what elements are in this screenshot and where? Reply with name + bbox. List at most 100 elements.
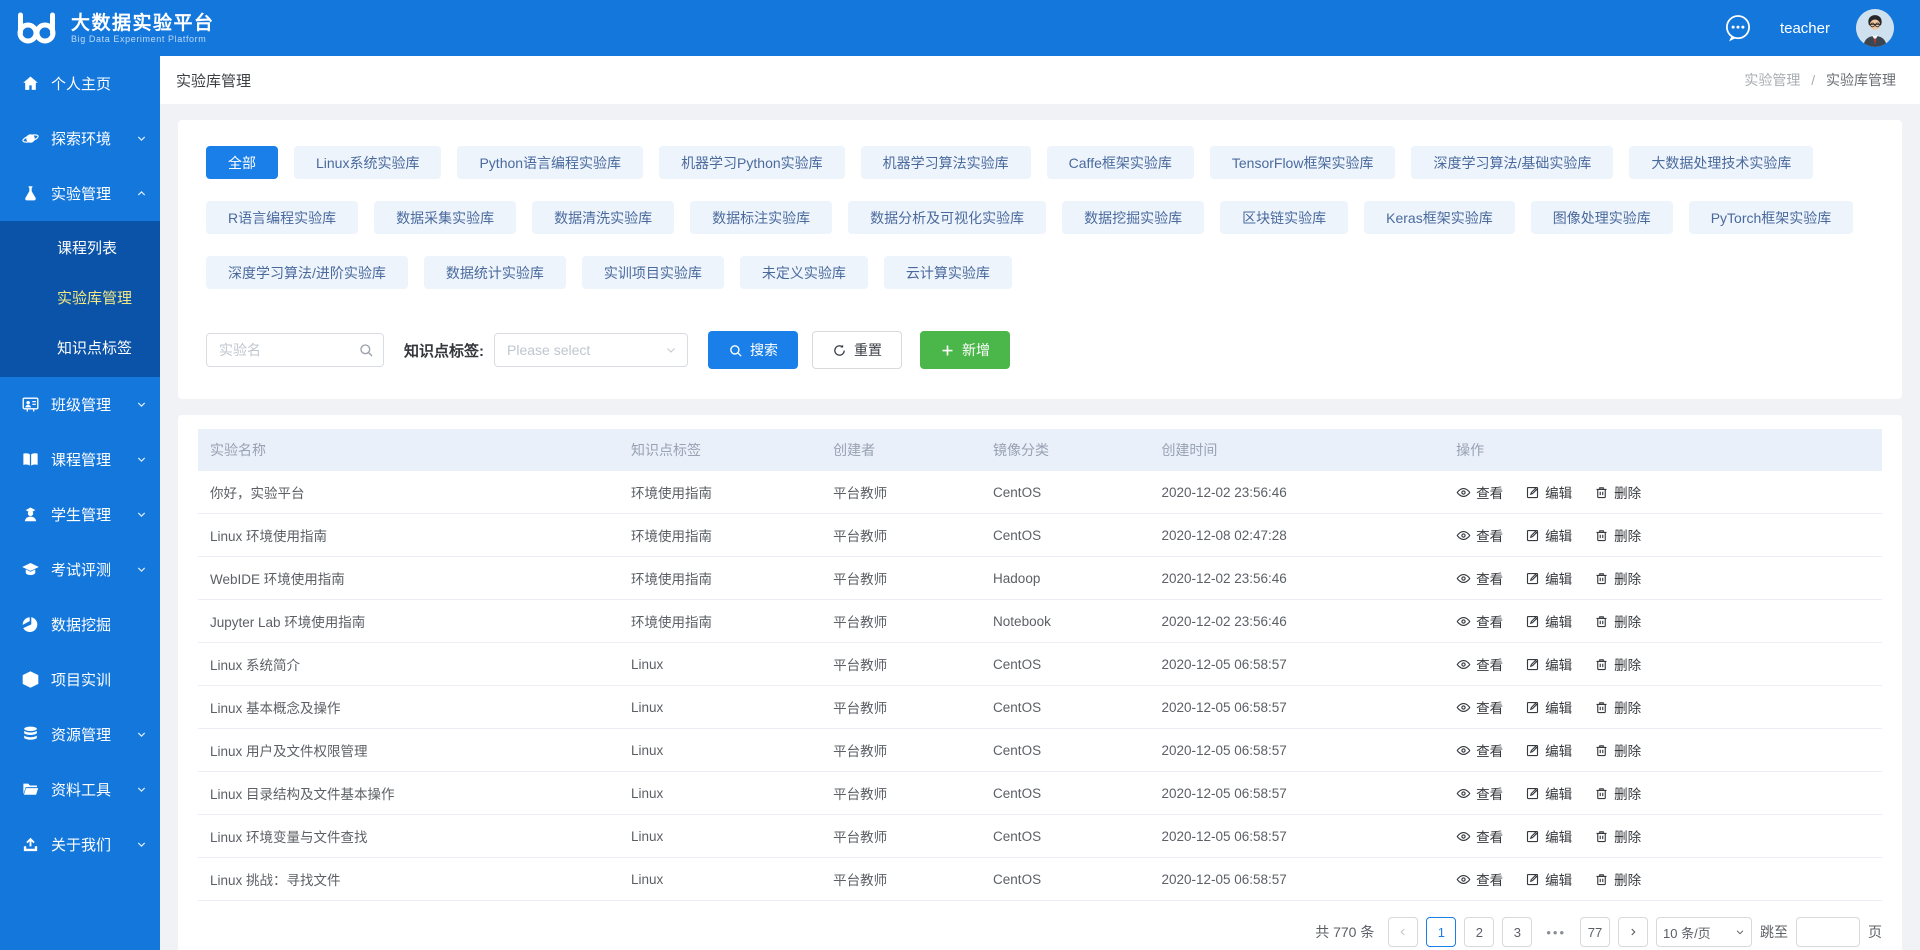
view-action[interactable]: 查看 [1456,654,1503,674]
edit-action[interactable]: 编辑 [1525,525,1572,545]
eye-icon [1456,872,1471,887]
sidebar-item[interactable]: 个人主页 [0,56,160,111]
category-tag[interactable]: 实训项目实验库 [582,256,724,289]
next-page-button[interactable] [1618,917,1648,947]
sidebar-item[interactable]: 实验管理 [0,166,160,221]
delete-action[interactable]: 删除 [1594,611,1641,631]
cell-image-type: CentOS [981,858,1149,901]
view-action[interactable]: 查看 [1456,525,1503,545]
delete-action[interactable]: 删除 [1594,525,1641,545]
category-tag[interactable]: 深度学习算法/基础实验库 [1411,146,1613,179]
delete-action[interactable]: 删除 [1594,826,1641,846]
prev-page-button[interactable] [1388,917,1418,947]
edit-action[interactable]: 编辑 [1525,783,1572,803]
sidebar-item[interactable]: 资源管理 [0,707,160,762]
category-tag[interactable]: Keras框架实验库 [1364,201,1515,234]
view-action[interactable]: 查看 [1456,611,1503,631]
category-tag[interactable]: 机器学习算法实验库 [861,146,1031,179]
delete-action[interactable]: 删除 [1594,783,1641,803]
view-action[interactable]: 查看 [1456,697,1503,717]
sidebar-item[interactable]: 项目实训 [0,652,160,707]
category-tag[interactable]: 数据采集实验库 [374,201,516,234]
sidebar-item[interactable]: 探索环境 [0,111,160,166]
sidebar-item[interactable]: 考试评测 [0,542,160,597]
category-tag[interactable]: 机器学习Python实验库 [659,146,845,179]
sidebar-item[interactable]: 班级管理 [0,377,160,432]
edit-action[interactable]: 编辑 [1525,826,1572,846]
page-number-button[interactable]: 77 [1580,917,1610,947]
sidebar-subitem[interactable]: 实验库管理 [0,274,160,324]
category-tag[interactable]: 深度学习算法/进阶实验库 [206,256,408,289]
cell-creator: 平台教师 [821,686,981,729]
delete-action[interactable]: 删除 [1594,654,1641,674]
delete-action[interactable]: 删除 [1594,697,1641,717]
category-tag[interactable]: 数据清洗实验库 [532,201,674,234]
category-tag[interactable]: 云计算实验库 [884,256,1012,289]
view-action[interactable]: 查看 [1456,869,1503,889]
edit-action[interactable]: 编辑 [1525,697,1572,717]
table-row: Linux 挑战：寻找文件Linux平台教师CentOS2020-12-05 0… [198,858,1882,901]
category-tag[interactable]: 数据统计实验库 [424,256,566,289]
reset-button[interactable]: 重置 [812,331,902,369]
edit-action[interactable]: 编辑 [1525,568,1572,588]
platform-subtitle: Big Data Experiment Platform [71,34,215,44]
delete-action[interactable]: 删除 [1594,568,1641,588]
messages-icon[interactable] [1722,12,1754,44]
view-action[interactable]: 查看 [1456,482,1503,502]
cell-created-time: 2020-12-02 23:56:46 [1149,471,1444,514]
jump-page-input[interactable] [1796,917,1860,947]
trash-icon [1594,700,1609,715]
user-avatar[interactable] [1856,9,1894,47]
breadcrumb-parent[interactable]: 实验管理 [1744,72,1800,88]
edit-action[interactable]: 编辑 [1525,482,1572,502]
knowledge-tag-select[interactable]: Please select [494,333,688,367]
sidebar-item[interactable]: 课程管理 [0,432,160,487]
sidebar-item[interactable]: 资料工具 [0,762,160,817]
topbar-right: teacher [1722,9,1894,47]
brand-text: 大数据实验平台 Big Data Experiment Platform [71,13,215,44]
page-number-button[interactable]: 1 [1426,917,1456,947]
category-tag[interactable]: 数据分析及可视化实验库 [848,201,1046,234]
category-tag[interactable]: TensorFlow框架实验库 [1210,146,1396,179]
search-button[interactable]: 搜索 [708,331,798,369]
sidebar-item[interactable]: 学生管理 [0,487,160,542]
category-tag[interactable]: 数据标注实验库 [690,201,832,234]
jump-to-label: 跳至 [1760,922,1788,942]
sidebar-subitem[interactable]: 知识点标签 [0,324,160,374]
page-number-button[interactable]: 3 [1502,917,1532,947]
edit-action[interactable]: 编辑 [1525,869,1572,889]
category-tag[interactable]: R语言编程实验库 [206,201,358,234]
delete-action[interactable]: 删除 [1594,869,1641,889]
category-tag[interactable]: Caffe框架实验库 [1047,146,1194,179]
category-tag[interactable]: 数据挖掘实验库 [1062,201,1204,234]
delete-action[interactable]: 删除 [1594,740,1641,760]
cell-actions: 查看 编辑 删除 [1444,686,1882,729]
edit-action[interactable]: 编辑 [1525,740,1572,760]
delete-action[interactable]: 删除 [1594,482,1641,502]
category-tag[interactable]: PyTorch框架实验库 [1689,201,1854,234]
sidebar-item[interactable]: 数据挖掘 [0,597,160,652]
view-action[interactable]: 查看 [1456,826,1503,846]
cell-experiment-name: Linux 环境变量与文件查找 [198,815,619,858]
category-tag[interactable]: Python语言编程实验库 [457,146,643,179]
sidebar-item-label: 数据挖掘 [51,614,111,635]
page-size-select[interactable]: 10 条/页 [1656,917,1752,947]
cell-image-type: CentOS [981,729,1149,772]
sidebar-subitem[interactable]: 课程列表 [0,224,160,274]
view-action[interactable]: 查看 [1456,740,1503,760]
sidebar-item[interactable]: 关于我们 [0,817,160,872]
edit-action[interactable]: 编辑 [1525,654,1572,674]
username[interactable]: teacher [1780,20,1830,37]
page-number-button[interactable]: 2 [1464,917,1494,947]
category-tag[interactable]: 区块链实验库 [1220,201,1348,234]
category-tag[interactable]: 全部 [206,146,278,179]
add-button[interactable]: 新增 [920,331,1010,369]
edit-action[interactable]: 编辑 [1525,611,1572,631]
view-action[interactable]: 查看 [1456,783,1503,803]
view-action[interactable]: 查看 [1456,568,1503,588]
category-tag[interactable]: 大数据处理技术实验库 [1629,146,1813,179]
category-tag[interactable]: 未定义实验库 [740,256,868,289]
breadcrumb: 实验管理 / 实验库管理 [1744,70,1896,90]
category-tag[interactable]: 图像处理实验库 [1531,201,1673,234]
category-tag[interactable]: Linux系统实验库 [294,146,441,179]
